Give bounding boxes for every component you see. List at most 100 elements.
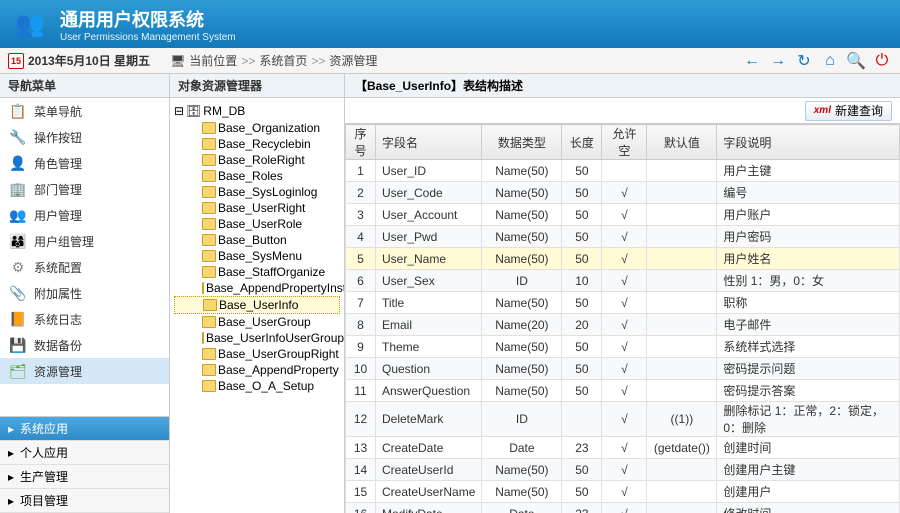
table-row[interactable]: 5User_NameName(50)50√用户姓名 <box>346 248 900 270</box>
table-icon <box>203 299 217 311</box>
tree-root[interactable]: ⊟🗄RM_DB <box>174 102 340 120</box>
table-row[interactable]: 9ThemeName(50)50√系统样式选择 <box>346 336 900 358</box>
new-query-button[interactable]: xml 新建查询 <box>805 101 892 121</box>
tree-node[interactable]: Base_RoleRight <box>174 152 340 168</box>
nav-icon: 📋 <box>10 103 26 119</box>
table-icon <box>202 154 216 166</box>
tree-node[interactable]: Base_UserRight <box>174 200 340 216</box>
col-header[interactable]: 字段说明 <box>717 125 900 160</box>
table-row[interactable]: 14CreateUserIdName(50)50√创建用户主键 <box>346 459 900 481</box>
table-row[interactable]: 6User_SexID10√性别 1：男，0：女 <box>346 270 900 292</box>
app-subtitle: User Permissions Management System <box>60 32 236 43</box>
nav-icon: 👥 <box>10 207 26 223</box>
tree-node[interactable]: Base_SysLoginlog <box>174 184 340 200</box>
tree-node[interactable]: Base_AppendProperty <box>174 362 340 378</box>
nav-icon: 🔧 <box>10 129 26 145</box>
table-icon <box>202 186 216 198</box>
col-header[interactable]: 序号 <box>346 125 376 160</box>
refresh-icon[interactable]: ↻ <box>794 51 814 71</box>
bc-current: 资源管理 <box>329 52 377 69</box>
tree-node[interactable]: Base_UserGroupRight <box>174 346 340 362</box>
tree-node[interactable]: Base_Roles <box>174 168 340 184</box>
nav-icon: 🏢 <box>10 181 26 197</box>
table-row[interactable]: 15CreateUserNameName(50)50√创建用户 <box>346 481 900 503</box>
nav-icon: ⚙ <box>10 259 26 275</box>
tree-node[interactable]: Base_O_A_Setup <box>174 378 340 394</box>
table-row[interactable]: 7TitleName(50)50√职称 <box>346 292 900 314</box>
sidebar-item-0[interactable]: 📋菜单导航 <box>0 98 169 124</box>
table-row[interactable]: 13CreateDateDate23√(getdate())创建时间 <box>346 437 900 459</box>
col-header[interactable]: 允许空 <box>602 125 647 160</box>
sidebar-item-7[interactable]: 📎附加属性 <box>0 280 169 306</box>
tree-node[interactable]: Base_Recyclebin <box>174 136 340 152</box>
search-icon[interactable]: 🔍 <box>846 51 866 71</box>
col-header[interactable]: 长度 <box>562 125 602 160</box>
bottom-tab-2[interactable]: ▸生产管理 <box>0 465 169 489</box>
sidebar-item-2[interactable]: 👤角色管理 <box>0 150 169 176</box>
table-row[interactable]: 8EmailName(20)20√电子邮件 <box>346 314 900 336</box>
nav-icon: 📎 <box>10 285 26 301</box>
bc-home[interactable]: 系统首页 <box>259 52 307 69</box>
sidebar-item-10[interactable]: 🗂资源管理 <box>0 358 169 384</box>
logo-icon: 👥 <box>10 6 50 42</box>
table-row[interactable]: 12DeleteMarkID√((1))删除标记 1：正常，2：锁定，0：删除 <box>346 402 900 437</box>
tree-title: 对象资源管理器 <box>170 74 344 98</box>
col-header[interactable]: 字段名 <box>376 125 482 160</box>
table-row[interactable]: 3User_AccountName(50)50√用户账户 <box>346 204 900 226</box>
tab-icon: ▸ <box>8 446 14 460</box>
table-row[interactable]: 10QuestionName(50)50√密码提示问题 <box>346 358 900 380</box>
nav-icon: 👤 <box>10 155 26 171</box>
xml-icon: xml <box>814 105 831 116</box>
tab-icon: ▸ <box>8 422 14 436</box>
col-header[interactable]: 数据类型 <box>482 125 562 160</box>
tree-node[interactable]: Base_UserInfo <box>174 296 340 314</box>
table-icon <box>202 348 216 360</box>
tree-node[interactable]: Base_SysMenu <box>174 248 340 264</box>
tree-node[interactable]: Base_StaffOrganize <box>174 264 340 280</box>
tree-node[interactable]: Base_Button <box>174 232 340 248</box>
sidebar-item-5[interactable]: 👨‍👩‍👦用户组管理 <box>0 228 169 254</box>
bottom-tab-0[interactable]: ▸系统应用 <box>0 417 169 441</box>
sidebar-item-6[interactable]: ⚙系统配置 <box>0 254 169 280</box>
tree-node[interactable]: Base_UserInfoUserGroup <box>174 330 340 346</box>
home-icon[interactable]: ⌂ <box>820 51 840 71</box>
table-icon <box>202 170 216 182</box>
table-row[interactable]: 1User_IDName(50)50用户主键 <box>346 160 900 182</box>
sidebar: 导航菜单 📋菜单导航🔧操作按钮👤角色管理🏢部门管理👥用户管理👨‍👩‍👦用户组管理… <box>0 74 170 513</box>
app-header: 👥 通用用户权限系统 User Permissions Management S… <box>0 0 900 48</box>
breadcrumb: 🖥 当前位置 >> 系统首页 >> 资源管理 <box>170 52 377 69</box>
nav-icon: 📙 <box>10 311 26 327</box>
tree-node[interactable]: Base_Organization <box>174 120 340 136</box>
sidebar-item-4[interactable]: 👥用户管理 <box>0 202 169 228</box>
back-icon[interactable]: ← <box>742 51 762 71</box>
tree-node[interactable]: Base_AppendPropertyInstance <box>174 280 340 296</box>
power-icon[interactable]: ⏻ <box>872 51 892 71</box>
sidebar-item-8[interactable]: 📙系统日志 <box>0 306 169 332</box>
sidebar-item-1[interactable]: 🔧操作按钮 <box>0 124 169 150</box>
table-icon <box>202 138 216 150</box>
table-icon <box>202 250 216 262</box>
tree-node[interactable]: Base_UserGroup <box>174 314 340 330</box>
content-title: 【Base_UserInfo】表结构描述 <box>345 74 900 98</box>
table-row[interactable]: 2User_CodeName(50)50√编号 <box>346 182 900 204</box>
table-row[interactable]: 4User_PwdName(50)50√用户密码 <box>346 226 900 248</box>
sidebar-item-9[interactable]: 💾数据备份 <box>0 332 169 358</box>
table-row[interactable]: 11AnswerQuestionName(50)50√密码提示答案 <box>346 380 900 402</box>
sidebar-item-3[interactable]: 🏢部门管理 <box>0 176 169 202</box>
bottom-tab-1[interactable]: ▸个人应用 <box>0 441 169 465</box>
calendar-icon: 15 <box>8 53 24 69</box>
tab-icon: ▸ <box>8 494 14 508</box>
table-icon <box>202 380 216 392</box>
table-icon <box>202 234 216 246</box>
sidebar-title: 导航菜单 <box>0 74 169 98</box>
bottom-tab-3[interactable]: ▸项目管理 <box>0 489 169 513</box>
forward-icon[interactable]: → <box>768 51 788 71</box>
tree-node[interactable]: Base_UserRole <box>174 216 340 232</box>
tree-panel: 对象资源管理器 ⊟🗄RM_DBBase_OrganizationBase_Rec… <box>170 74 345 513</box>
content: 【Base_UserInfo】表结构描述 xml 新建查询 序号字段名数据类型长… <box>345 74 900 513</box>
table-row[interactable]: 16ModifyDateDate23√修改时间 <box>346 503 900 513</box>
col-header[interactable]: 默认值 <box>647 125 717 160</box>
nav-icon: 👨‍👩‍👦 <box>10 233 26 249</box>
table-icon <box>202 364 216 376</box>
table-icon <box>202 202 216 214</box>
